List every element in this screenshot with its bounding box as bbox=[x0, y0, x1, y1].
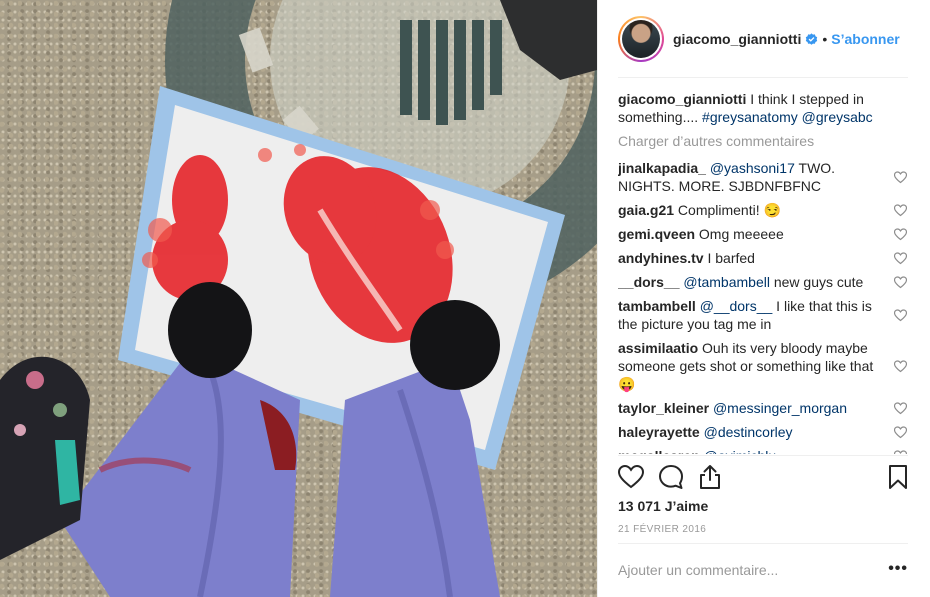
comment-body: Omg meeeee bbox=[698, 226, 784, 242]
comment-mention[interactable]: @destincorley bbox=[704, 424, 793, 440]
comment-text: tambambell @__dors__ I like that this is… bbox=[618, 297, 888, 333]
comment-heart-icon[interactable] bbox=[894, 449, 907, 455]
more-options-button[interactable]: ••• bbox=[888, 560, 908, 578]
comment-row: assimilaatio Ouh its very bloody maybe s… bbox=[618, 339, 908, 393]
comment-mention[interactable]: @messinger_morgan bbox=[713, 400, 847, 416]
comment-username[interactable]: assimilaatio bbox=[618, 340, 698, 356]
comment-heart-icon[interactable] bbox=[894, 275, 907, 289]
post-photo[interactable] bbox=[0, 0, 597, 597]
comment-text: taylor_kleiner @messinger_morgan bbox=[618, 399, 888, 417]
actions-divider bbox=[618, 455, 908, 456]
post-side-panel: giacomo_gianniotti • S’abonner giacomo_g… bbox=[597, 0, 930, 597]
action-bar bbox=[618, 462, 908, 492]
separator-dot: • bbox=[822, 31, 828, 47]
comment-username[interactable]: haleyrayette bbox=[618, 424, 700, 440]
comment-text: jinalkapadia_ @yashsoni17 TWO. NIGHTS. M… bbox=[618, 159, 888, 195]
verified-badge-icon bbox=[806, 32, 818, 45]
avatar[interactable] bbox=[622, 20, 660, 58]
instagram-post: giacomo_gianniotti • S’abonner giacomo_g… bbox=[0, 0, 930, 597]
comment-heart-icon[interactable] bbox=[894, 359, 907, 373]
comment-username[interactable]: mcgallcaren bbox=[618, 448, 700, 454]
comment-row: gemi.qveen Omg meeeee bbox=[618, 225, 908, 243]
comment-text: assimilaatio Ouh its very bloody maybe s… bbox=[618, 339, 888, 393]
comment-icon bbox=[659, 465, 683, 489]
comment-mention[interactable]: @avimichlu bbox=[704, 448, 777, 454]
comment-row: jinalkapadia_ @yashsoni17 TWO. NIGHTS. M… bbox=[618, 159, 908, 195]
comment-text: gaia.g21 Complimenti! 😏 bbox=[618, 201, 888, 219]
caption-hashtag[interactable]: #greysanatomy bbox=[702, 109, 798, 125]
comment-heart-icon[interactable] bbox=[894, 401, 907, 415]
header-divider bbox=[618, 77, 908, 78]
post-header: giacomo_gianniotti • S’abonner bbox=[598, 0, 930, 78]
comment-text: gemi.qveen Omg meeeee bbox=[618, 225, 888, 243]
comment-text: mcgallcaren @avimichlu bbox=[618, 447, 888, 454]
comment-body: I barfed bbox=[707, 250, 755, 266]
comment-heart-icon[interactable] bbox=[894, 251, 907, 265]
comment-heart-icon[interactable] bbox=[894, 425, 907, 439]
comment-row: haleyrayette @destincorley bbox=[618, 423, 908, 441]
load-more-comments-button[interactable]: Charger d’autres commentaires bbox=[618, 132, 908, 150]
comment-username[interactable]: tambambell bbox=[618, 298, 696, 314]
post-date[interactable]: 21 FÉVRIER 2016 bbox=[618, 524, 706, 535]
comment-mention[interactable]: @yashsoni17 bbox=[710, 160, 795, 176]
caption: giacomo_gianniotti I think I stepped in … bbox=[618, 90, 908, 126]
comment-body: Complimenti! 😏 bbox=[677, 202, 781, 218]
save-button[interactable] bbox=[888, 464, 908, 490]
caption-username[interactable]: giacomo_gianniotti bbox=[618, 91, 746, 107]
comment-row: taylor_kleiner @messinger_morgan bbox=[618, 399, 908, 417]
bookmark-icon bbox=[889, 465, 907, 489]
heart-icon bbox=[618, 465, 644, 489]
add-comment-divider bbox=[618, 543, 908, 544]
comment-text: andyhines.tv I barfed bbox=[618, 249, 888, 267]
comment-username[interactable]: taylor_kleiner bbox=[618, 400, 709, 416]
comment-heart-icon[interactable] bbox=[894, 170, 907, 184]
share-button[interactable] bbox=[698, 464, 722, 490]
story-ring[interactable] bbox=[618, 16, 664, 62]
comments-list[interactable]: giacomo_gianniotti I think I stepped in … bbox=[618, 90, 908, 454]
comment-mention[interactable]: @__dors__ bbox=[700, 298, 773, 314]
share-icon bbox=[700, 465, 720, 489]
comment-username[interactable]: andyhines.tv bbox=[618, 250, 704, 266]
header-username[interactable]: giacomo_gianniotti bbox=[673, 31, 801, 47]
comment-username[interactable]: gaia.g21 bbox=[618, 202, 674, 218]
comment-row: mcgallcaren @avimichlu bbox=[618, 447, 908, 454]
comment-text: haleyrayette @destincorley bbox=[618, 423, 888, 441]
likes-count[interactable]: 13 071 J’aime bbox=[618, 498, 708, 514]
comment-row: andyhines.tv I barfed bbox=[618, 249, 908, 267]
comment-row: gaia.g21 Complimenti! 😏 bbox=[618, 201, 908, 219]
comment-text: __dors__ @tambambell new guys cute bbox=[618, 273, 888, 291]
comment-heart-icon[interactable] bbox=[894, 308, 907, 322]
comment-heart-icon[interactable] bbox=[894, 203, 907, 217]
comment-row: tambambell @__dors__ I like that this is… bbox=[618, 297, 908, 333]
comment-username[interactable]: jinalkapadia_ bbox=[618, 160, 706, 176]
post-photo-illustration bbox=[0, 0, 597, 597]
comment-mention[interactable]: @tambambell bbox=[683, 274, 770, 290]
add-comment-input[interactable] bbox=[618, 558, 868, 582]
comment-button[interactable] bbox=[658, 464, 684, 490]
avatar-frame bbox=[620, 18, 662, 60]
comment-row: __dors__ @tambambell new guys cute bbox=[618, 273, 908, 291]
comment-username[interactable]: gemi.qveen bbox=[618, 226, 695, 242]
follow-button[interactable]: S’abonner bbox=[831, 31, 899, 47]
comment-container: jinalkapadia_ @yashsoni17 TWO. NIGHTS. M… bbox=[618, 159, 908, 454]
like-button[interactable] bbox=[618, 465, 644, 489]
caption-mention[interactable]: @greysabc bbox=[802, 109, 873, 125]
comment-heart-icon[interactable] bbox=[894, 227, 907, 241]
comment-username[interactable]: __dors__ bbox=[618, 274, 679, 290]
comment-body: new guys cute bbox=[769, 274, 864, 290]
